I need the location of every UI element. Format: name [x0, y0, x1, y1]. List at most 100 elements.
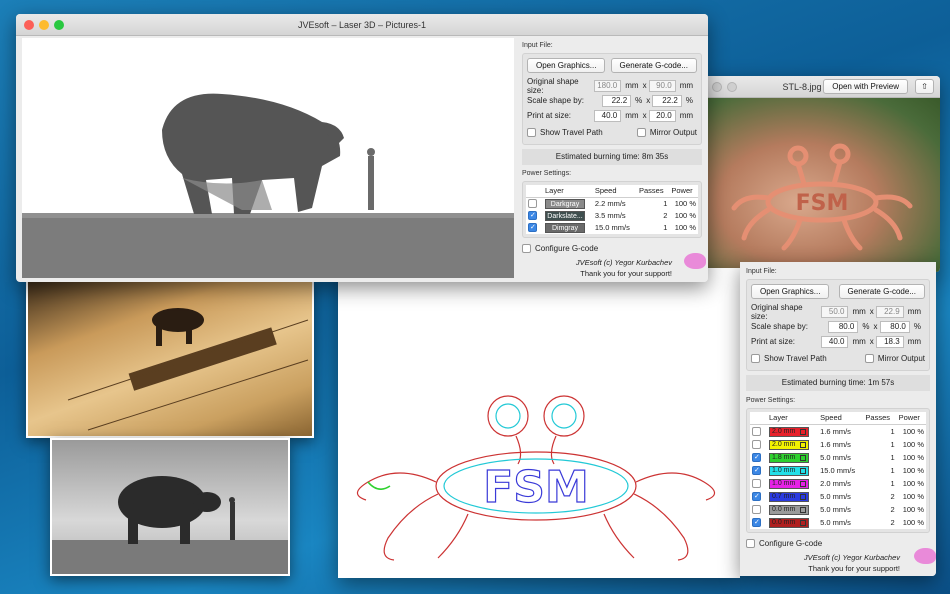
- layer-row[interactable]: 0.7 mm 5.0 mm/s2100 %: [750, 490, 926, 503]
- layer-passes[interactable]: 2: [863, 490, 896, 503]
- layer-enable-checkbox[interactable]: [752, 517, 761, 527]
- configure-gcode-checkbox-2[interactable]: Configure G-code: [746, 539, 930, 548]
- share-icon[interactable]: ⇧: [915, 79, 934, 94]
- layer-color-swatch[interactable]: 1.8 mm: [769, 452, 809, 463]
- fsm-keychain: FSM: [731, 143, 913, 251]
- close-icon[interactable]: [24, 20, 34, 30]
- layer-speed[interactable]: 1.6 mm/s: [818, 424, 863, 438]
- engrave-canvas: [22, 38, 514, 278]
- layer-speed[interactable]: 5.0 mm/s: [818, 503, 863, 516]
- power-table-box: Layer Speed Passes Power Darkgray 2.2 mm/…: [522, 181, 702, 238]
- layer-enable-checkbox[interactable]: [752, 491, 761, 501]
- layer-row[interactable]: Dimgray 15.0 mm/s1100 %: [526, 222, 698, 234]
- preview-titlebar: STL-8.jpg Open with Preview ⇧: [704, 76, 940, 98]
- col-layer: Layer: [543, 185, 593, 198]
- layer-color-swatch[interactable]: Darkslate...: [545, 210, 585, 221]
- layer-speed[interactable]: 5.0 mm/s: [818, 516, 863, 529]
- layer-power[interactable]: 100 %: [897, 438, 926, 451]
- layer-speed[interactable]: 5.0 mm/s: [818, 490, 863, 503]
- layer-power[interactable]: 100 %: [897, 490, 926, 503]
- layer-passes[interactable]: 1: [637, 222, 669, 234]
- print-width-field-2[interactable]: 40.0: [820, 335, 849, 348]
- layer-enable-checkbox[interactable]: [528, 211, 537, 221]
- scale-x-field[interactable]: 22.2: [601, 94, 632, 107]
- layer-row[interactable]: 1.0 mm 15.0 mm/s1100 %: [750, 464, 926, 477]
- print-height-field-2[interactable]: 18.3: [875, 335, 904, 348]
- layer-enable-checkbox[interactable]: [752, 426, 761, 436]
- layer-power[interactable]: 100 %: [669, 222, 698, 234]
- input-file-label-2: Input File:: [746, 268, 777, 275]
- layer-enable-checkbox[interactable]: [752, 478, 761, 488]
- layer-row[interactable]: 0.0 mm 5.0 mm/s2100 %: [750, 516, 926, 529]
- layer-enable-checkbox[interactable]: [528, 223, 537, 233]
- print-width-field[interactable]: 40.0: [594, 109, 622, 122]
- open-graphics-button[interactable]: Open Graphics...: [527, 58, 606, 73]
- piggy-bank-icon[interactable]: [684, 252, 706, 269]
- layer-passes[interactable]: 2: [863, 503, 896, 516]
- layer-speed[interactable]: 2.0 mm/s: [818, 477, 863, 490]
- layer-passes[interactable]: 1: [863, 451, 896, 464]
- print-height-field[interactable]: 20.0: [648, 109, 676, 122]
- fsm-canvas-window: FSM: [338, 268, 740, 578]
- layer-power[interactable]: 100 %: [897, 424, 926, 438]
- layer-color-swatch[interactable]: 0.0 mm: [769, 504, 809, 515]
- zoom-icon[interactable]: [54, 20, 64, 30]
- layer-power[interactable]: 100 %: [897, 464, 926, 477]
- show-travel-checkbox-2[interactable]: Show Travel Path: [751, 354, 827, 364]
- layer-passes[interactable]: 2: [863, 516, 896, 529]
- piggy-bank-icon[interactable]: [914, 547, 936, 564]
- mirror-checkbox-2[interactable]: Mirror Output: [864, 354, 925, 364]
- layer-passes[interactable]: 2: [637, 210, 669, 222]
- scale-y-field[interactable]: 22.2: [652, 94, 682, 107]
- open-graphics-button-2[interactable]: Open Graphics...: [751, 284, 830, 299]
- layer-speed[interactable]: 2.2 mm/s: [593, 197, 637, 210]
- layer-passes[interactable]: 1: [863, 477, 896, 490]
- layer-color-swatch[interactable]: Darkgray: [545, 198, 585, 209]
- layer-row[interactable]: 1.8 mm 5.0 mm/s1100 %: [750, 451, 926, 464]
- layer-power[interactable]: 100 %: [897, 451, 926, 464]
- power-table-2: Layer Speed Passes Power 2.0 mm 1.6 mm/s 1…: [750, 412, 926, 529]
- layer-speed[interactable]: 5.0 mm/s: [818, 451, 863, 464]
- layer-passes[interactable]: 1: [863, 438, 896, 451]
- layer-color-swatch[interactable]: 2.0 mm: [769, 426, 809, 437]
- open-with-preview-button[interactable]: Open with Preview: [823, 79, 908, 94]
- layer-color-swatch[interactable]: 2.0 mm: [769, 439, 809, 450]
- mirror-checkbox[interactable]: Mirror Output: [636, 128, 697, 138]
- scale-y-field-2[interactable]: 80.0: [879, 320, 910, 333]
- layer-power[interactable]: 100 %: [669, 197, 698, 210]
- layer-row[interactable]: Darkslate... 3.5 mm/s2100 %: [526, 210, 698, 222]
- layer-color-swatch[interactable]: Dimgray: [545, 222, 585, 233]
- minimize-icon[interactable]: [39, 20, 49, 30]
- layer-color-swatch[interactable]: 1.0 mm: [769, 478, 809, 489]
- layer-speed[interactable]: 3.5 mm/s: [593, 210, 637, 222]
- generate-gcode-button[interactable]: Generate G-code...: [610, 58, 697, 73]
- layer-color-swatch[interactable]: 0.7 mm: [769, 491, 809, 502]
- layer-speed[interactable]: 1.6 mm/s: [818, 438, 863, 451]
- show-travel-checkbox[interactable]: Show Travel Path: [527, 128, 603, 138]
- layer-power[interactable]: 100 %: [669, 210, 698, 222]
- layer-passes[interactable]: 1: [863, 464, 896, 477]
- layer-row[interactable]: 0.0 mm 5.0 mm/s2100 %: [750, 503, 926, 516]
- layer-passes[interactable]: 1: [637, 197, 669, 210]
- scale-x-field-2[interactable]: 80.0: [828, 320, 859, 333]
- layer-row[interactable]: 2.0 mm 1.6 mm/s 1 100 %: [750, 424, 926, 438]
- layer-power[interactable]: 100 %: [897, 516, 926, 529]
- original-height-field: 90.0: [648, 79, 676, 92]
- layer-speed[interactable]: 15.0 mm/s: [818, 464, 863, 477]
- layer-row[interactable]: 2.0 mm 1.6 mm/s 1 100 %: [750, 438, 926, 451]
- layer-color-swatch[interactable]: 1.0 mm: [769, 465, 809, 476]
- layer-power[interactable]: 100 %: [897, 477, 926, 490]
- layer-enable-checkbox[interactable]: [752, 504, 761, 514]
- layer-enable-checkbox[interactable]: [752, 452, 761, 462]
- layer-enable-checkbox[interactable]: [752, 465, 761, 475]
- layer-power[interactable]: 100 %: [897, 503, 926, 516]
- layer-enable-checkbox[interactable]: [528, 199, 537, 209]
- layer-row[interactable]: Darkgray 2.2 mm/s 1 100 %: [526, 197, 698, 210]
- layer-passes[interactable]: 1: [863, 424, 896, 438]
- layer-speed[interactable]: 15.0 mm/s: [593, 222, 637, 234]
- configure-gcode-checkbox[interactable]: Configure G-code: [522, 244, 702, 253]
- layer-enable-checkbox[interactable]: [752, 439, 761, 449]
- layer-color-swatch[interactable]: 0.0 mm: [769, 517, 809, 528]
- generate-gcode-button-2[interactable]: Generate G-code...: [838, 284, 925, 299]
- layer-row[interactable]: 1.0 mm 2.0 mm/s 1 100 %: [750, 477, 926, 490]
